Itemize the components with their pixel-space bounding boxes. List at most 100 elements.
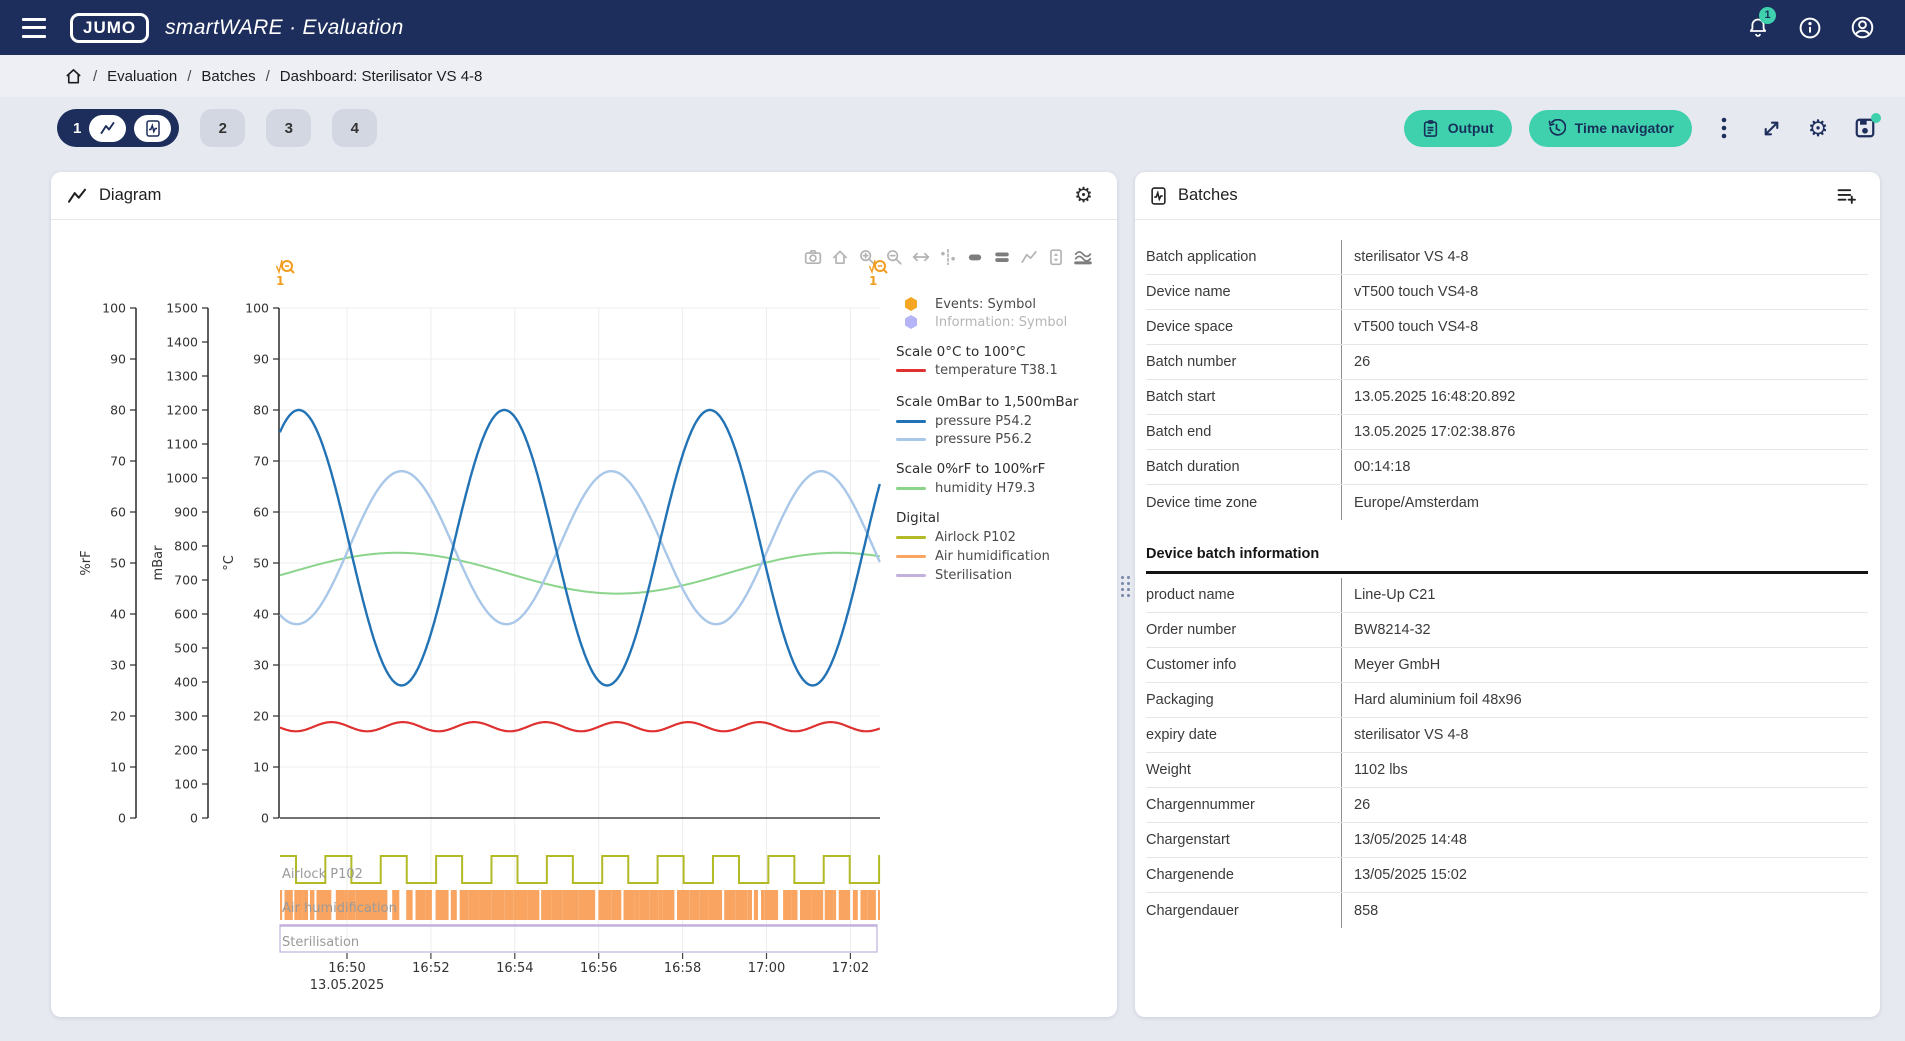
menu-icon[interactable] (22, 18, 48, 38)
add-to-list-icon[interactable] (1837, 187, 1856, 204)
row-value: Line-Up C21 (1341, 578, 1868, 612)
row-value: 13/05/2025 14:48 (1341, 823, 1868, 857)
svg-text:100: 100 (174, 777, 198, 792)
svg-text:0: 0 (190, 811, 198, 826)
legend-item[interactable]: humidity H79.3 (896, 479, 1035, 497)
svg-text:10: 10 (253, 760, 269, 775)
hexagon-marker-icon (896, 315, 926, 329)
row-label: Batch number (1146, 354, 1341, 370)
svg-text:1000: 1000 (166, 471, 198, 486)
svg-text:90: 90 (253, 352, 269, 367)
svg-text:300: 300 (174, 709, 198, 724)
table-row: Device time zoneEurope/Amsterdam (1146, 485, 1868, 520)
svg-text:0: 0 (118, 811, 126, 826)
svg-text:80: 80 (253, 403, 269, 418)
legend-item[interactable]: Air humidification (896, 547, 1050, 565)
panel-resize-handle[interactable] (1121, 576, 1131, 602)
notifications-bell-icon[interactable]: 1 (1745, 15, 1771, 41)
spike-lines-icon[interactable] (1047, 248, 1065, 266)
legend-item[interactable]: Airlock P102 (896, 528, 1016, 546)
legend-item[interactable]: Events: Symbol (896, 295, 1036, 313)
home-icon[interactable] (831, 248, 849, 266)
row-value: 26 (1341, 788, 1868, 822)
breadcrumb-current[interactable]: Dashboard: Sterilisator VS 4-8 (280, 68, 483, 85)
diagram-card-header: Diagram ⚙ (51, 172, 1117, 220)
breadcrumb-batches[interactable]: Batches (201, 68, 255, 85)
batch-info-table: Batch applicationsterilisator VS 4-8 Devi… (1146, 240, 1868, 520)
svg-text:1100: 1100 (166, 437, 198, 452)
info-icon[interactable] (1797, 15, 1823, 41)
svg-text:10: 10 (110, 760, 126, 775)
legend-item[interactable]: pressure P56.2 (896, 430, 1032, 448)
output-button[interactable]: Output (1404, 110, 1512, 147)
hover-closest-icon[interactable] (939, 248, 957, 266)
breadcrumb-evaluation[interactable]: Evaluation (107, 68, 177, 85)
batches-card-header: Batches (1135, 172, 1880, 220)
legend-item[interactable]: Sterilisation (896, 566, 1012, 584)
svg-text:70: 70 (253, 454, 269, 469)
diagram-title: Diagram (99, 186, 161, 205)
eraser-icon[interactable] (966, 248, 984, 266)
legend-item[interactable]: pressure P54.2 (896, 412, 1032, 430)
svg-text:°C: °C (222, 555, 237, 571)
row-label: Customer info (1146, 657, 1341, 673)
overlay-waves-icon[interactable] (1074, 248, 1092, 266)
zoom-level-badge-left[interactable]: 1 (275, 258, 301, 284)
more-options-kebab-icon[interactable] (1709, 113, 1739, 143)
autoscale-icon[interactable] (912, 248, 930, 266)
row-label: Weight (1146, 762, 1341, 778)
legend-item[interactable]: temperature T38.1 (896, 361, 1058, 379)
table-row: PackagingHard aluminium foil 48x96 (1146, 683, 1868, 718)
legend-item[interactable]: Information: Symbol (896, 313, 1067, 331)
table-row: Batch applicationsterilisator VS 4-8 (1146, 240, 1868, 275)
tab-1-active[interactable]: 1 (57, 109, 179, 147)
row-label: Device space (1146, 319, 1341, 335)
svg-text:30: 30 (253, 658, 269, 673)
chart-modebar (804, 248, 1092, 266)
diagram-settings-gear-icon[interactable]: ⚙ (1074, 185, 1093, 206)
row-label: product name (1146, 587, 1341, 603)
line-chart-icon[interactable] (1020, 248, 1038, 266)
table-row: Order numberBW8214-32 (1146, 613, 1868, 648)
fullscreen-expand-icon[interactable] (1756, 113, 1786, 143)
time-navigator-button[interactable]: Time navigator (1529, 110, 1692, 147)
row-label: Packaging (1146, 692, 1341, 708)
svg-text:20: 20 (253, 709, 269, 724)
svg-text:16:50: 16:50 (328, 961, 365, 976)
home-icon[interactable] (64, 67, 83, 86)
row-value: 13.05.2025 16:48:20.892 (1341, 380, 1868, 414)
svg-text:16:58: 16:58 (664, 961, 701, 976)
zoom-level-badge-right[interactable]: 1 (868, 258, 894, 284)
row-label: Chargennummer (1146, 797, 1341, 813)
svg-text:100: 100 (102, 301, 126, 316)
save-view-icon[interactable] (1850, 113, 1880, 143)
settings-gear-icon[interactable]: ⚙ (1803, 113, 1833, 143)
compare-data-icon[interactable] (993, 248, 1011, 266)
svg-text:200: 200 (174, 743, 198, 758)
device-batch-information-heading: Device batch information (1146, 546, 1868, 574)
account-icon[interactable] (1849, 15, 1875, 41)
svg-text:1500: 1500 (166, 301, 198, 316)
dashboard-tabs: 1 2 3 4 (57, 109, 377, 147)
svg-text:mBar: mBar (151, 545, 166, 581)
row-label: expiry date (1146, 727, 1341, 743)
tab1-batch-view-toggle[interactable] (134, 115, 171, 142)
svg-text:13.05.2025: 13.05.2025 (310, 978, 384, 993)
row-value: Hard aluminium foil 48x96 (1341, 683, 1868, 717)
table-row: Customer infoMeyer GmbH (1146, 648, 1868, 683)
jumo-logo: JUMO (70, 13, 149, 43)
svg-text:40: 40 (253, 607, 269, 622)
row-label: Order number (1146, 622, 1341, 638)
svg-text:60: 60 (253, 505, 269, 520)
tab1-diagram-view-toggle[interactable] (89, 115, 126, 142)
history-clock-icon (1547, 119, 1566, 138)
tab-4[interactable]: 4 (332, 109, 377, 147)
camera-icon[interactable] (804, 248, 822, 266)
svg-text:1400: 1400 (166, 335, 198, 350)
tab-3[interactable]: 3 (266, 109, 311, 147)
batch-report-icon (146, 120, 160, 137)
tab-2[interactable]: 2 (200, 109, 245, 147)
row-value: vT500 touch VS4-8 (1341, 275, 1868, 309)
table-row: product nameLine-Up C21 (1146, 578, 1868, 613)
save-indicator-dot (1871, 113, 1881, 123)
